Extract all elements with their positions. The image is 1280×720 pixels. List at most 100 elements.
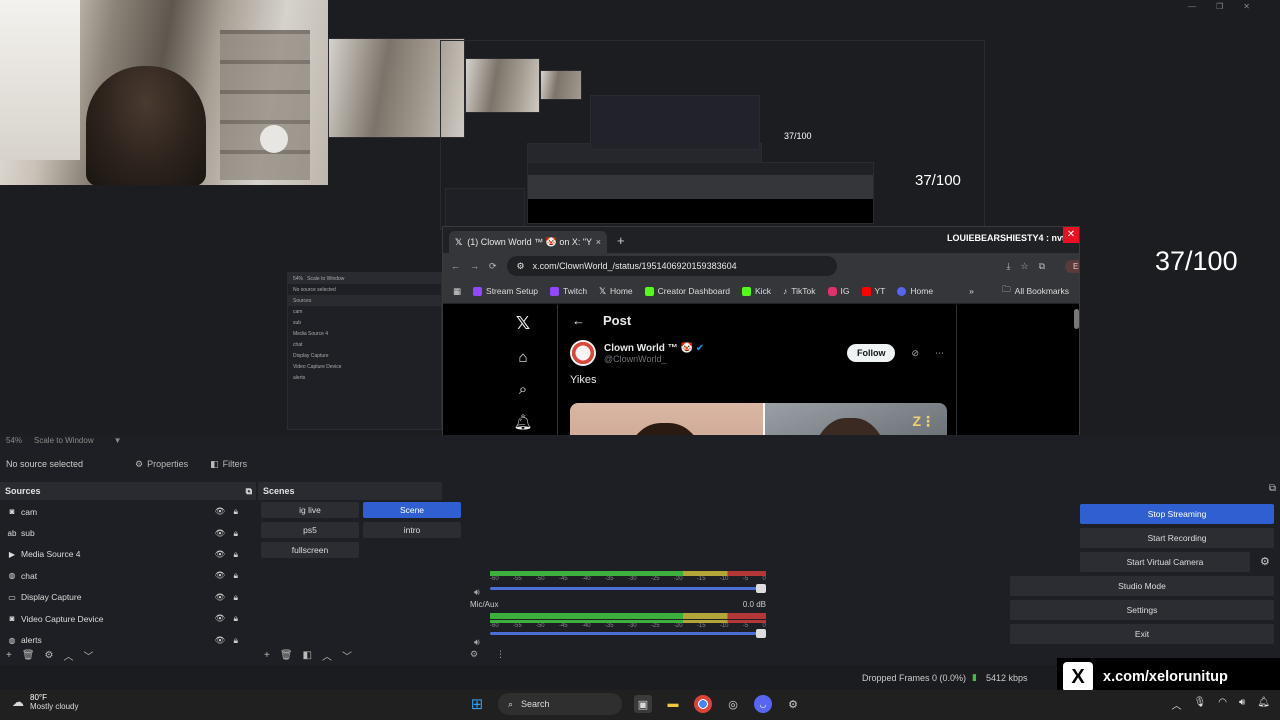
source-item[interactable]: ◙ Video Capture Device 👁︎ 🔒︎: [0, 608, 252, 629]
back-arrow-icon[interactable]: ←: [572, 313, 585, 328]
scene-fullscreen[interactable]: fullscreen: [261, 542, 359, 558]
error-badge[interactable]: Error: [1065, 259, 1079, 273]
grok-explain-icon[interactable]: ⊘: [911, 348, 919, 359]
windows-start-icon[interactable]: ⊞: [468, 695, 486, 713]
volume-icon[interactable]: 🔊︎: [1239, 697, 1245, 712]
scene-intro[interactable]: intro: [363, 522, 461, 538]
eye-icon[interactable]: 👁︎: [215, 549, 226, 560]
bookmark-ig[interactable]: IG: [827, 286, 850, 296]
notifications-bell-icon[interactable]: 🔔︎: [513, 413, 532, 431]
more-bookmarks-icon[interactable]: »: [969, 286, 974, 296]
filter-icon[interactable]: ◧: [303, 650, 312, 661]
eye-icon[interactable]: 👁︎: [215, 592, 226, 603]
undock-icon[interactable]: ⧉: [1269, 483, 1276, 494]
eye-icon[interactable]: 👁︎: [215, 613, 226, 624]
x-logo-icon[interactable]: 𝕏: [516, 313, 531, 334]
minimize-icon[interactable]: —: [1188, 2, 1196, 11]
volume-slider-mic[interactable]: [490, 629, 766, 638]
follow-button[interactable]: Follow: [846, 344, 896, 362]
task-view-icon[interactable]: ▣: [634, 695, 652, 713]
notification-bell-icon[interactable]: 🔔︎: [1257, 697, 1270, 712]
bookmark-tiktok[interactable]: ♪ TikTok: [783, 286, 816, 296]
bookmark-x-home[interactable]: 𝕏 Home: [599, 286, 633, 297]
chrome-icon[interactable]: [694, 695, 712, 713]
taskbar-search[interactable]: ⌕ Search: [498, 693, 622, 715]
source-item[interactable]: ab sub 👁︎ 🔒︎: [0, 522, 252, 543]
chevron-up-icon[interactable]: ︿: [1172, 697, 1182, 712]
browser-tab[interactable]: 𝕏 (1) Clown World ™ 🤡 on X: "Y ×: [449, 231, 607, 253]
settings-gear-icon[interactable]: ⚙: [784, 695, 802, 713]
trash-icon[interactable]: 🗑︎: [280, 650, 293, 661]
eye-icon[interactable]: 👁︎: [215, 528, 226, 539]
file-explorer-icon[interactable]: ▬: [664, 695, 682, 713]
scene-ig-live[interactable]: ig live: [261, 502, 359, 518]
obs-icon[interactable]: ◎: [724, 695, 742, 713]
site-info-icon[interactable]: ⚙: [517, 261, 525, 272]
start-virtual-camera-button[interactable]: Start Virtual Camera: [1080, 552, 1250, 572]
lock-icon[interactable]: 🔒︎: [233, 549, 238, 560]
install-icon[interactable]: ⤓: [1007, 261, 1011, 272]
scene-scene[interactable]: Scene: [363, 502, 461, 518]
virtual-camera-settings-icon[interactable]: ⚙: [1260, 555, 1270, 568]
settings-button[interactable]: Settings: [1010, 600, 1274, 620]
scale-mode-select[interactable]: Scale to Window: [34, 436, 94, 448]
close-icon[interactable]: ✕: [1243, 2, 1250, 11]
scrollbar-thumb[interactable]: [1074, 309, 1079, 329]
back-arrow-icon[interactable]: ←: [451, 261, 460, 271]
apps-grid-icon[interactable]: ▦: [453, 286, 461, 297]
all-bookmarks[interactable]: 🗀 All Bookmarks: [1002, 284, 1069, 298]
source-item[interactable]: ▶ Media Source 4 👁︎ 🔒︎: [0, 544, 252, 565]
studio-mode-button[interactable]: Studio Mode: [1010, 576, 1274, 596]
lock-icon[interactable]: 🔒︎: [233, 592, 238, 603]
add-icon[interactable]: +: [6, 650, 12, 661]
weather-widget[interactable]: ☁ 80°F Mostly cloudy: [12, 693, 78, 711]
chevron-down-icon[interactable]: ▼: [114, 436, 122, 448]
wifi-icon[interactable]: ◠: [1218, 697, 1227, 712]
discord-icon[interactable]: ◡: [754, 695, 772, 713]
author-handle[interactable]: @ClownWorld_: [604, 354, 704, 364]
home-icon[interactable]: ⌂: [518, 349, 527, 366]
mixer-settings-icon[interactable]: ⚙: [470, 649, 478, 660]
bookmark-kick[interactable]: Kick: [741, 286, 771, 296]
lock-icon[interactable]: 🔒︎: [233, 570, 238, 581]
mixer-kebab-icon[interactable]: ⋮: [496, 649, 505, 660]
post-more-icon[interactable]: ⋯: [935, 348, 944, 359]
maximize-icon[interactable]: ❐: [1216, 2, 1223, 11]
eye-icon[interactable]: 👁︎: [215, 506, 226, 517]
chevron-down-icon[interactable]: ﹀: [84, 648, 94, 663]
author-avatar[interactable]: [570, 340, 596, 366]
speaker-icon[interactable]: 🔊︎: [474, 637, 480, 648]
lock-icon[interactable]: 🔒︎: [233, 528, 238, 539]
eye-icon[interactable]: 👁︎: [215, 635, 226, 646]
address-bar[interactable]: ⚙ x.com/ClownWorld_/status/1951406920159…: [506, 256, 837, 276]
bookmark-creator-dashboard[interactable]: Creator Dashboard: [644, 286, 730, 296]
lock-icon[interactable]: 🔒︎: [233, 613, 238, 624]
properties-button[interactable]: ⚙ Properties: [135, 459, 188, 470]
lock-icon[interactable]: 🔒︎: [233, 506, 238, 517]
trash-icon[interactable]: 🗑︎: [22, 650, 35, 661]
chevron-down-icon[interactable]: ﹀: [342, 648, 352, 663]
forward-arrow-icon[interactable]: →: [470, 261, 479, 271]
source-item[interactable]: ▭ Display Capture 👁︎ 🔒︎: [0, 587, 252, 608]
exit-button[interactable]: Exit: [1010, 624, 1274, 644]
microphone-icon[interactable]: 🎙︎: [1194, 697, 1207, 712]
search-icon[interactable]: ⌕: [519, 381, 527, 398]
tab-close-icon[interactable]: ×: [596, 237, 601, 247]
chevron-up-icon[interactable]: ︿: [64, 648, 74, 663]
bookmark-yt[interactable]: YT: [861, 286, 885, 296]
volume-slider-desktop[interactable]: [490, 584, 766, 593]
filters-button[interactable]: ◧ Filters: [210, 459, 247, 470]
bookmark-star-icon[interactable]: ☆: [1021, 261, 1029, 272]
gear-icon[interactable]: ⚙: [45, 650, 54, 661]
start-recording-button[interactable]: Start Recording: [1080, 528, 1274, 548]
chevron-up-icon[interactable]: ︿: [322, 648, 332, 663]
eye-icon[interactable]: 👁︎: [215, 570, 226, 581]
extensions-icon[interactable]: ⧉: [1039, 261, 1045, 272]
source-item[interactable]: ◍ chat 👁︎ 🔒︎: [0, 565, 252, 586]
bookmark-twitch[interactable]: Twitch: [550, 286, 587, 296]
undock-icon[interactable]: ⧉: [246, 486, 252, 497]
window-close-icon[interactable]: ✕: [1063, 227, 1079, 243]
speaker-icon[interactable]: 🔊︎: [474, 587, 480, 598]
bookmark-stream-setup[interactable]: Stream Setup: [473, 286, 538, 296]
new-tab-button[interactable]: +: [617, 233, 625, 248]
